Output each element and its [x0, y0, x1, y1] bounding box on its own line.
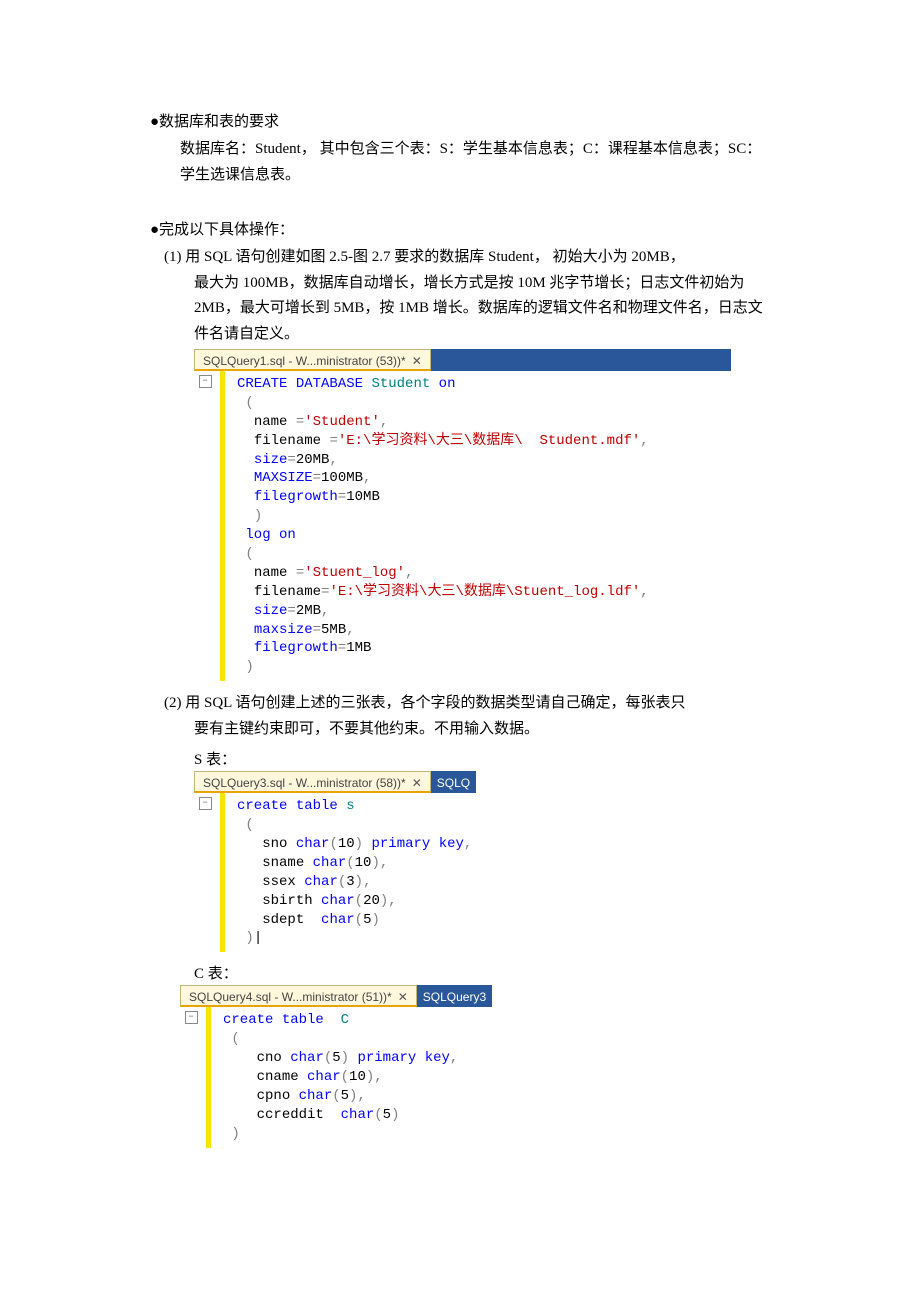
- editor-tabbar-3: SQLQuery4.sql - W...ministrator (51))* ✕…: [180, 985, 540, 1007]
- bullet-heading-1: ●数据库和表的要求: [150, 110, 770, 131]
- code-block-2-wrap: SQLQuery3.sql - W...ministrator (58))* ✕…: [194, 771, 514, 952]
- numbered-item-2: (2) 用 SQL 语句创建上述的三张表，各个字段的数据类型请自己确定，每张表只…: [164, 691, 770, 742]
- close-icon[interactable]: ✕: [412, 354, 422, 368]
- editor-tab-3[interactable]: SQLQuery4.sql - W...ministrator (51))* ✕: [180, 985, 417, 1007]
- editor-tab-label: SQLQuery3: [423, 990, 486, 1004]
- editor-tab-1[interactable]: SQLQuery1.sql - W...ministrator (53))* ✕: [194, 349, 431, 371]
- collapse-toggle-icon[interactable]: −: [199, 797, 212, 810]
- sql-code-3[interactable]: create table C ( cno char(5) primary key…: [211, 1007, 462, 1147]
- bullet-heading-2: ●完成以下具体操作：: [150, 218, 770, 239]
- editor-tab-2b[interactable]: SQLQ: [431, 771, 476, 793]
- editor-tab-label: SQLQuery1.sql - W...ministrator (53))*: [203, 354, 406, 368]
- item2-line1: (2) 用 SQL 语句创建上述的三张表，各个字段的数据类型请自己确定，每张表只: [164, 691, 770, 717]
- editor-tab-3b[interactable]: SQLQuery3: [417, 985, 492, 1007]
- item2-rest: 要有主键约束即可，不要其他约束。不用输入数据。: [164, 717, 770, 743]
- c-table-label: C 表：: [194, 962, 770, 983]
- editor-tab-2[interactable]: SQLQuery3.sql - W...ministrator (58))* ✕: [194, 771, 431, 793]
- code-block-1-wrap: SQLQuery1.sql - W...ministrator (53))* ✕…: [194, 349, 770, 681]
- editor-tabbar-1: SQLQuery1.sql - W...ministrator (53))* ✕: [194, 349, 770, 371]
- editor-tab-label: SQLQuery3.sql - W...ministrator (58))*: [203, 776, 406, 790]
- editor-tab-label: SQLQuery4.sql - W...ministrator (51))*: [189, 990, 392, 1004]
- numbered-item-1: (1) 用 SQL 语句创建如图 2.5-图 2.7 要求的数据库 Studen…: [164, 245, 770, 347]
- collapse-toggle-icon[interactable]: −: [185, 1011, 198, 1024]
- tabbar-filler: [431, 349, 731, 371]
- s-table-label: S 表：: [194, 748, 770, 769]
- item1-line1: (1) 用 SQL 语句创建如图 2.5-图 2.7 要求的数据库 Studen…: [164, 245, 770, 271]
- code-gutter: −: [180, 1007, 202, 1147]
- sql-code-1[interactable]: CREATE DATABASE Student on ( name ='Stud…: [225, 371, 653, 681]
- code-gutter: −: [194, 793, 216, 952]
- editor-tabbar-2: SQLQuery3.sql - W...ministrator (58))* ✕…: [194, 771, 514, 793]
- code-gutter: −: [194, 371, 216, 681]
- sql-code-2[interactable]: create table s ( sno char(10) primary ke…: [225, 793, 476, 952]
- close-icon[interactable]: ✕: [398, 990, 408, 1004]
- editor-tab-label: SQLQ: [437, 776, 470, 790]
- close-icon[interactable]: ✕: [412, 776, 422, 790]
- bullet-body-1: 数据库名：Student， 其中包含三个表：S：学生基本信息表；C：课程基本信息…: [180, 137, 770, 188]
- item1-rest: 最大为 100MB，数据库自动增长，增长方式是按 10M 兆字节增长；日志文件初…: [164, 271, 770, 348]
- document-page: ●数据库和表的要求 数据库名：Student， 其中包含三个表：S：学生基本信息…: [0, 0, 920, 1218]
- code-block-3-wrap: SQLQuery4.sql - W...ministrator (51))* ✕…: [180, 985, 540, 1147]
- collapse-toggle-icon[interactable]: −: [199, 375, 212, 388]
